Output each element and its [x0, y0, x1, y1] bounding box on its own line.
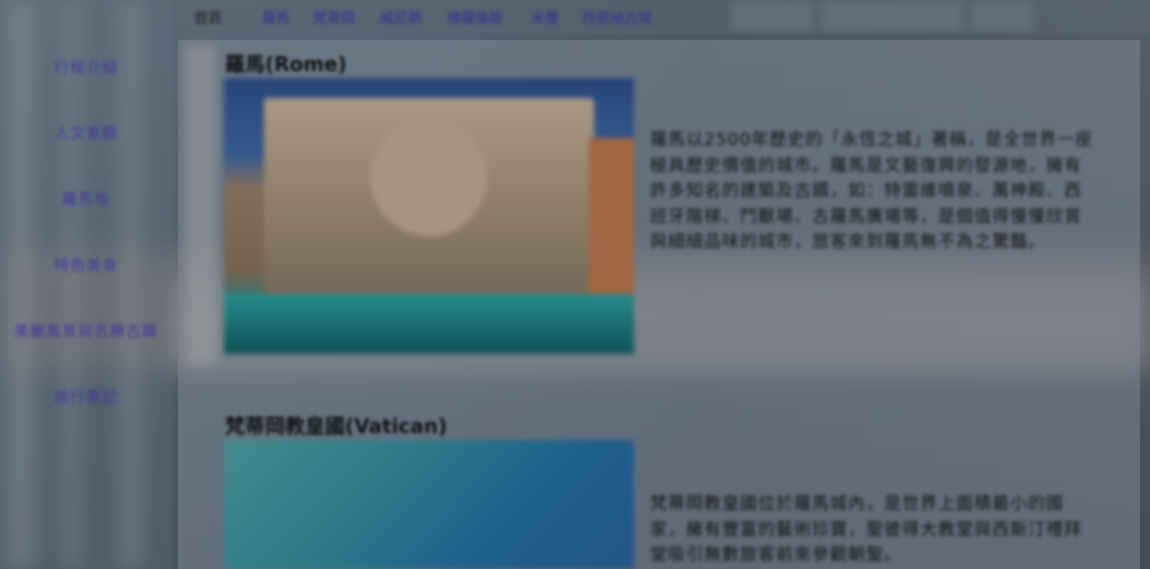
side-thumbnail — [186, 45, 216, 365]
sidebar-item-culture[interactable]: 人文景觀 — [0, 122, 172, 143]
top-navigation: 首頁 羅馬 梵蒂岡 威尼斯 佛羅倫斯 米蘭 西恩納古城 — [172, 0, 1150, 34]
sidebar-item-scenery[interactable]: 美麗風景與名勝古蹟 — [0, 320, 172, 341]
sidebar: 行程介紹 人文景觀 羅馬地 特色美食 美麗風景與名勝古蹟 旅行筆記 — [0, 0, 172, 569]
water-shape — [224, 294, 634, 354]
sidebar-item-itinerary[interactable]: 行程介紹 — [0, 56, 172, 77]
nav-item-rome[interactable]: 羅馬 — [262, 8, 290, 28]
section-title-vatican: 梵蒂岡教皇國(Vatican) — [225, 414, 448, 438]
nav-item-venice[interactable]: 威尼斯 — [380, 8, 422, 28]
nav-item-vatican[interactable]: 梵蒂岡 — [313, 8, 355, 28]
rome-photo — [224, 78, 634, 354]
sidebar-item-rome[interactable]: 羅馬地 — [0, 188, 172, 209]
nav-item-milan[interactable]: 米蘭 — [531, 8, 559, 28]
sidebar-item-travel-notes[interactable]: 旅行筆記 — [0, 386, 172, 407]
nav-home-link[interactable]: 首頁 — [194, 8, 222, 28]
section-title-rome: 羅馬(Rome) — [225, 52, 347, 76]
nav-item-siena[interactable]: 西恩納古城 — [582, 8, 652, 28]
nav-decor — [822, 2, 962, 30]
vatican-photo — [224, 440, 634, 569]
nav-decor — [972, 2, 1032, 30]
building-shape — [589, 138, 634, 308]
rome-description: 羅馬以2500年歷史的「永恆之城」著稱，是全世界一座極具歷史價值的城市。羅馬是文… — [650, 130, 1094, 253]
nav-item-florence[interactable]: 佛羅倫斯 — [447, 8, 503, 28]
fountain-shape — [264, 98, 594, 298]
nav-decor — [732, 2, 812, 30]
vatican-description: 梵蒂岡教皇國位於羅馬城內，是世界上面積最小的國家，擁有豐富的藝術珍寶，聖彼得大教… — [650, 494, 1082, 566]
sidebar-item-food[interactable]: 特色美食 — [0, 254, 172, 275]
